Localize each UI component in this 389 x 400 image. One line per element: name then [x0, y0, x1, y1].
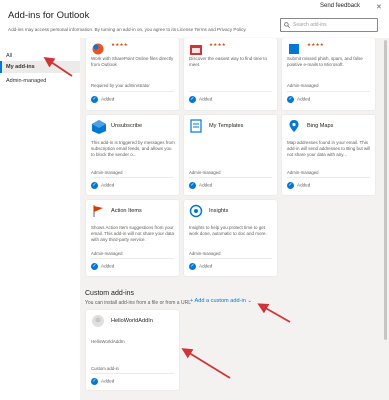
arrow-to-add-custom — [257, 303, 291, 323]
arrow-to-helloworld — [181, 348, 231, 379]
arrow-to-my-add-ins — [43, 57, 73, 77]
add-ins-dialog: Add-ins for Outlook Send feedback ✕ Add-… — [0, 0, 389, 400]
annotation-arrows — [43, 57, 291, 379]
